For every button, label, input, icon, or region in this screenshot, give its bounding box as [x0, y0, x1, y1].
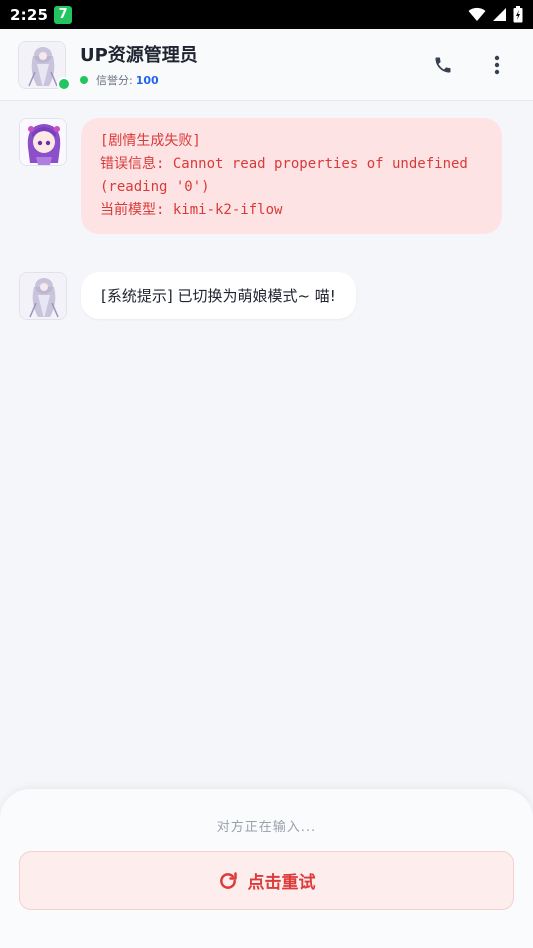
- credit-row: 信誉分: 100: [80, 72, 198, 88]
- current-model: 当前模型: kimi-k2-iflow: [100, 202, 283, 218]
- error-detail: 错误信息: Cannot read properties of undefine…: [100, 156, 468, 172]
- app-notification-icon: 7: [54, 5, 73, 24]
- header-actions: [429, 51, 515, 79]
- credit-label: 信誉分:: [96, 74, 133, 87]
- system-message-bubble: [系统提示] 已切换为萌娘模式~ 喵!: [81, 272, 356, 319]
- status-bar: 2:25 7: [0, 0, 533, 29]
- credit-value: 100: [135, 73, 159, 87]
- anime-girl-avatar-icon: [20, 273, 66, 319]
- contact-avatar-wrap[interactable]: [18, 40, 71, 91]
- battery-icon: [513, 6, 523, 23]
- error-title: [剧情生成失败]: [100, 133, 201, 149]
- status-time: 2:25: [10, 5, 49, 24]
- phone-icon: [435, 57, 451, 72]
- wifi-icon: [468, 7, 486, 21]
- error-message-bubble: [剧情生成失败] 错误信息: Cannot read properties of…: [81, 118, 502, 234]
- signal-icon: [493, 8, 506, 21]
- avatar[interactable]: [19, 272, 67, 320]
- bottom-panel: 对方正在输入... 点击重试: [0, 789, 533, 948]
- more-options-button[interactable]: [483, 51, 511, 79]
- message-row: [系统提示] 已切换为萌娘模式~ 喵!: [19, 272, 356, 320]
- more-vertical-icon: [494, 55, 500, 74]
- retry-label: 点击重试: [247, 873, 316, 893]
- chat-header: UP资源管理员 信誉分: 100: [0, 29, 533, 101]
- header-text: UP资源管理员 信誉分: 100: [80, 41, 198, 88]
- status-dot: [80, 76, 88, 84]
- online-status-dot: [57, 76, 71, 91]
- refresh-icon: [218, 871, 238, 891]
- contact-name: UP资源管理员: [80, 45, 198, 66]
- retry-button[interactable]: 点击重试: [19, 851, 514, 910]
- purple-hair-girl-avatar-icon: [20, 119, 66, 165]
- avatar[interactable]: [19, 118, 67, 166]
- typing-indicator: 对方正在输入...: [216, 820, 317, 835]
- message-row: [剧情生成失败] 错误信息: Cannot read properties of…: [19, 118, 502, 234]
- error-detail-cont: (reading '0'): [100, 179, 210, 195]
- call-button[interactable]: [429, 51, 457, 79]
- status-icons: [468, 6, 523, 23]
